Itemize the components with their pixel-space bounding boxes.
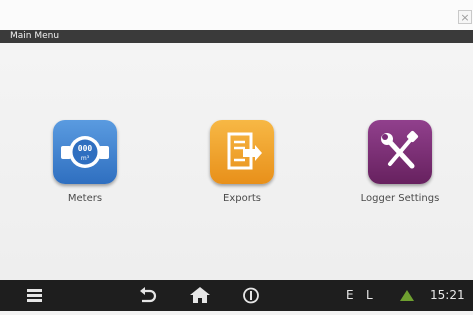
meters-tile[interactable]: 000 m³ Meters xyxy=(25,120,145,204)
info-icon[interactable] xyxy=(240,280,262,311)
taskbar: E L 15:21 xyxy=(0,280,473,311)
tools-icon xyxy=(368,120,432,184)
page-title: Main Menu xyxy=(10,31,60,41)
main-menu-area: 000 m³ Meters Exports Logger Settings xyxy=(0,43,473,280)
logger-settings-label: Logger Settings xyxy=(360,193,440,204)
menu-icon[interactable] xyxy=(25,280,45,311)
home-icon[interactable] xyxy=(189,280,211,311)
logger-settings-tile[interactable]: Logger Settings xyxy=(340,120,460,204)
status-e: E xyxy=(346,288,354,302)
exports-label: Exports xyxy=(223,193,261,204)
warning-icon[interactable] xyxy=(398,280,416,311)
clock: 15:21 xyxy=(430,288,465,302)
svg-text:m³: m³ xyxy=(81,155,90,162)
window-top-strip xyxy=(0,0,473,30)
exports-tile[interactable]: Exports xyxy=(182,120,302,204)
back-icon[interactable] xyxy=(137,280,159,311)
export-document-icon xyxy=(210,120,274,184)
close-button[interactable]: × xyxy=(458,10,472,24)
title-bar: Main Menu xyxy=(0,30,473,43)
meters-label: Meters xyxy=(67,193,103,204)
status-l: L xyxy=(366,288,373,302)
meter-icon: 000 m³ xyxy=(53,120,117,184)
svg-text:000: 000 xyxy=(78,144,93,153)
